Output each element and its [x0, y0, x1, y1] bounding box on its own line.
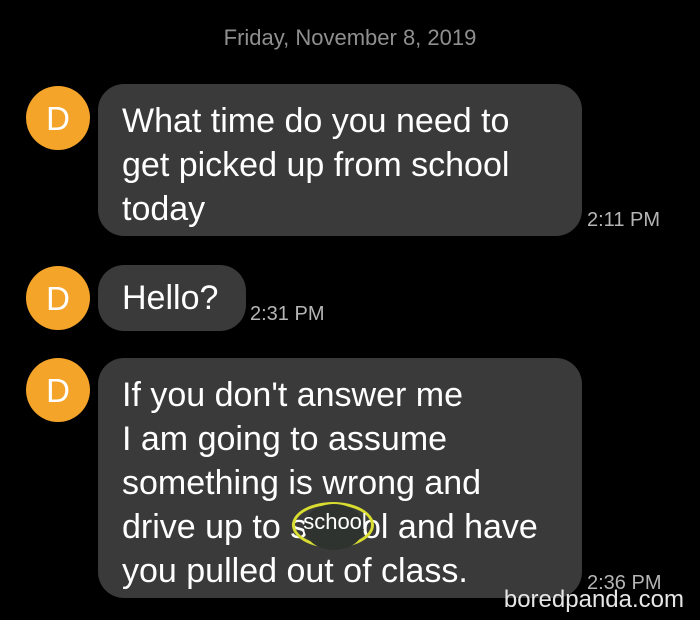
message-text-line: something is wrong and [122, 464, 482, 502]
sticker-label: school [303, 509, 367, 534]
avatar-initial: D [46, 371, 70, 409]
message-text-line: I am going to assume [122, 420, 448, 458]
sender-avatar[interactable]: D [26, 86, 90, 150]
message-timestamp: 2:11 PM [587, 209, 660, 231]
message-text-line: What time do you need to [122, 102, 510, 140]
watermark: boredpanda.com [503, 586, 684, 613]
school-sticker: school [290, 500, 380, 552]
sender-avatar[interactable]: D [26, 266, 90, 330]
sender-avatar[interactable]: D [26, 358, 90, 422]
message-text-line: today [122, 190, 206, 228]
message-bubble[interactable]: If you don't answer me I am going to ass… [98, 358, 582, 598]
message-bubble[interactable]: What time do you need to get picked up f… [98, 84, 582, 236]
avatar-initial: D [46, 99, 70, 137]
message-bubble[interactable]: Hello? [98, 265, 246, 331]
message-text-line: get picked up from school [122, 146, 510, 184]
avatar-initial: D [46, 279, 70, 317]
message-timestamp: 2:31 PM [250, 303, 325, 325]
message-text-line: you pulled out of class. [122, 552, 468, 590]
message-text-line: Hello? [122, 279, 219, 317]
date-header: Friday, November 8, 2019 [223, 25, 477, 50]
message-text-line: If you don't answer me [122, 376, 463, 414]
